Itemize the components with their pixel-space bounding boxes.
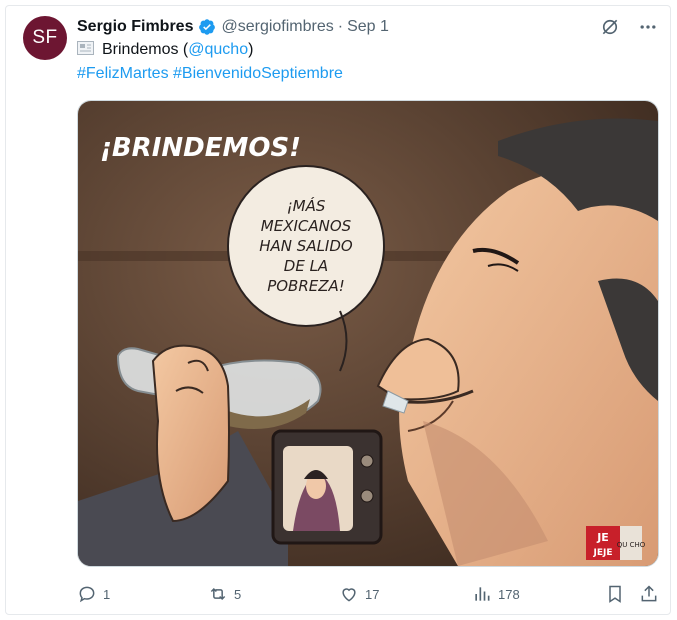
cartoon-title: ¡BRINDEMOS! bbox=[100, 133, 301, 163]
like-icon bbox=[342, 588, 356, 602]
speech-line-1: ¡MÁS bbox=[287, 196, 326, 215]
like-count: 17 bbox=[365, 586, 380, 602]
top-actions bbox=[599, 16, 659, 38]
signature-bottom: JEJE bbox=[593, 548, 613, 558]
views-button[interactable]: 178 bbox=[472, 584, 520, 604]
tweet-text: Brindemos (@qucho) bbox=[77, 41, 253, 59]
repost-button[interactable]: 5 bbox=[208, 584, 241, 604]
header-separator: · bbox=[337, 18, 344, 35]
author-handle[interactable]: @sergiofimbres bbox=[221, 18, 333, 36]
reply-button[interactable]: 1 bbox=[77, 584, 110, 604]
speech-line-4: DE LA bbox=[284, 257, 328, 275]
reply-icon bbox=[79, 586, 95, 603]
share-icon bbox=[641, 585, 657, 602]
grok-icon[interactable] bbox=[599, 16, 621, 38]
author-name[interactable]: Sergio Fimbres bbox=[77, 18, 193, 36]
signature-side: QU CHO bbox=[617, 541, 646, 549]
cartoon-image: ¡BRINDEMOS! ¡MÁS MEXICANOS HAN SALIDO DE… bbox=[78, 101, 658, 566]
repost-icon bbox=[210, 587, 226, 601]
tweet-text-word: Brindemos bbox=[102, 41, 179, 58]
tweet-text-close: ) bbox=[248, 41, 254, 58]
view-count: 178 bbox=[498, 586, 520, 602]
tweet-date[interactable]: Sep 1 bbox=[347, 18, 389, 36]
repost-count: 5 bbox=[234, 586, 242, 602]
bookmark-button[interactable] bbox=[605, 584, 625, 604]
like-button[interactable]: 17 bbox=[339, 584, 379, 604]
verified-icon bbox=[199, 19, 216, 35]
mention-link[interactable]: @qucho bbox=[188, 41, 248, 58]
action-bar: 1 5 17 178 bbox=[77, 584, 659, 606]
more-icon[interactable] bbox=[637, 16, 659, 38]
speech-line-5: POBREZA! bbox=[267, 277, 345, 295]
avatar[interactable]: SF bbox=[23, 16, 67, 60]
reply-count: 1 bbox=[103, 586, 111, 602]
tweet-header: Sergio Fimbres @sergiofimbres · Sep 1 bbox=[77, 16, 389, 38]
bookmark-icon bbox=[609, 585, 621, 603]
speech-line-2: MEXICANOS bbox=[261, 217, 352, 235]
hashtags[interactable]: #FelizMartes #BienvenidoSeptiembre bbox=[77, 65, 343, 83]
share-button[interactable] bbox=[639, 584, 659, 604]
speech-line-3: HAN SALIDO bbox=[259, 237, 353, 255]
avatar-initials: SF bbox=[32, 27, 58, 48]
tweet-media[interactable]: ¡BRINDEMOS! ¡MÁS MEXICANOS HAN SALIDO DE… bbox=[77, 100, 659, 567]
views-icon bbox=[475, 587, 490, 601]
document-emoji-icon bbox=[77, 41, 94, 55]
signature-top: JE bbox=[596, 531, 609, 544]
tweet-text-open: ( bbox=[178, 41, 189, 58]
